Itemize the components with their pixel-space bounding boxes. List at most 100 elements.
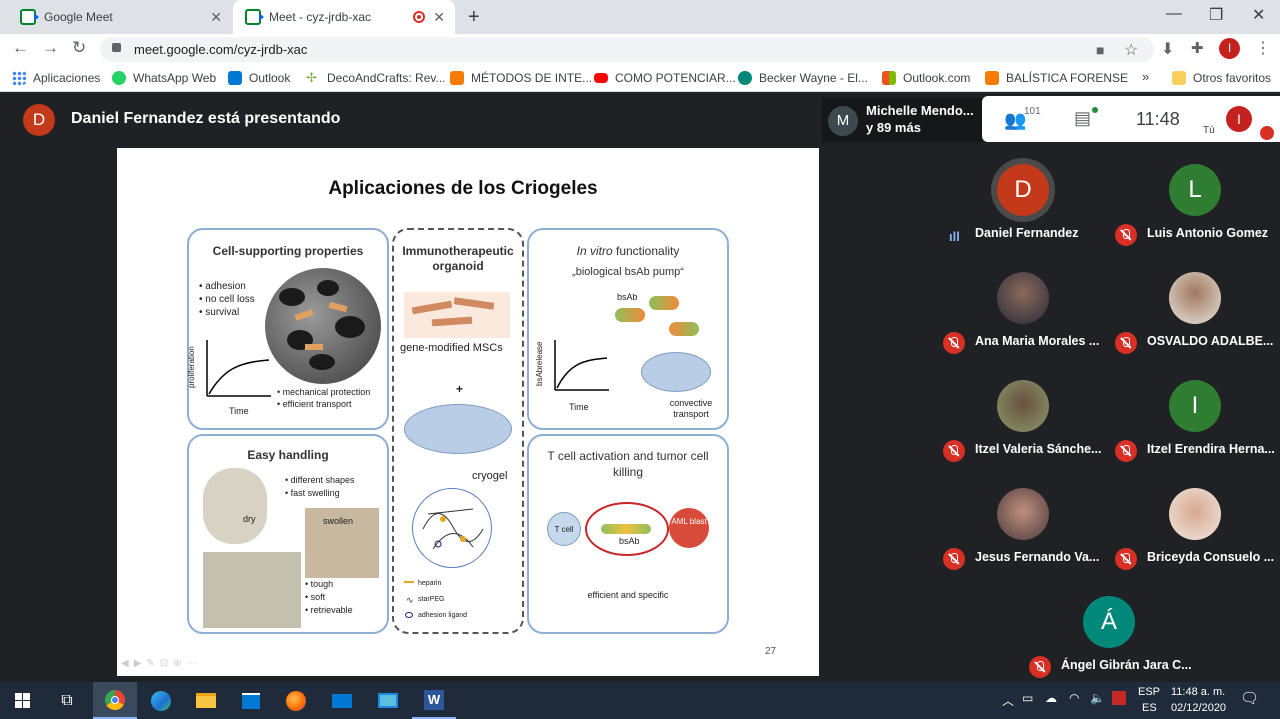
bookmark-como-potenciar[interactable]: COMO POTENCIAR... xyxy=(594,71,736,85)
language-code[interactable]: ESP xyxy=(1138,686,1160,698)
restore-icon[interactable]: ❐ xyxy=(1209,5,1223,25)
plus-sign: + xyxy=(456,382,464,396)
participant-name: Luis Antonio Gomez xyxy=(1147,226,1269,240)
participant-tile[interactable]: Jesus Fernando Va... xyxy=(935,470,1107,578)
participant-tile[interactable]: Ana Maria Morales ... xyxy=(935,254,1107,362)
chat-icon[interactable]: ▤ xyxy=(1074,108,1091,129)
battery-icon[interactable]: ▭ xyxy=(1022,691,1033,705)
participant-tile[interactable]: Á Ángel Gibrán Jara C... xyxy=(1021,578,1193,686)
extensions-icon[interactable]: ✚ xyxy=(1191,39,1204,57)
wifi-icon[interactable]: ◠ xyxy=(1069,691,1079,705)
panel-title: T cell activation and tumor cell killing xyxy=(547,449,709,479)
bookmark-label: Becker Wayne - El... xyxy=(759,71,868,85)
other-participants-pill[interactable]: M Michelle Mendo... y 89 más xyxy=(822,98,982,142)
whatsapp-icon xyxy=(112,71,126,85)
menu-icon[interactable]: ⋮ xyxy=(1255,38,1271,58)
scaffold-micrograph-image xyxy=(265,268,381,384)
volume-icon[interactable]: 🔈 xyxy=(1090,691,1105,705)
tcell-image: T cell xyxy=(547,512,581,546)
bookmark-whatsapp[interactable]: WhatsApp Web xyxy=(112,71,216,85)
msc-label: gene-modified MSCs xyxy=(400,342,503,354)
participant-tile[interactable]: OSVALDO ADALBE... xyxy=(1107,254,1279,362)
store-taskbar-app[interactable] xyxy=(229,682,273,719)
participant-tile[interactable]: D ıll Daniel Fernandez xyxy=(935,146,1107,254)
slide-controls[interactable]: ◀▶✎⊡⊕⋯ xyxy=(121,658,202,669)
notification-app-icon[interactable] xyxy=(1112,691,1126,705)
bookmark-decoandcrafts[interactable]: ✢ DecoAndCrafts: Rev... xyxy=(306,71,446,86)
start-button[interactable] xyxy=(0,682,44,719)
close-icon[interactable]: ✕ xyxy=(210,9,222,26)
panel-title: Easy handling xyxy=(247,448,329,462)
participant-tile[interactable]: Itzel Valeria Sánche... xyxy=(935,362,1107,470)
star-icon[interactable]: ☆ xyxy=(1124,40,1138,60)
chrome-taskbar-app[interactable] xyxy=(93,682,137,719)
other-bookmarks[interactable]: Otros favoritos xyxy=(1172,71,1271,85)
tab-google-meet[interactable]: Google Meet ✕ xyxy=(8,0,232,34)
panel-subtitle: „biological bsAb pump“ xyxy=(572,266,684,278)
bookmark-outlook-com[interactable]: Outlook.com xyxy=(882,71,970,85)
participant-tile[interactable]: L Luis Antonio Gomez xyxy=(1107,146,1279,254)
participant-avatar: I xyxy=(1169,380,1221,432)
close-icon[interactable]: ✕ xyxy=(433,9,445,26)
participant-name: Daniel Fernandez xyxy=(975,226,1079,240)
bookmark-balistica[interactable]: BALÍSTICA FORENSE xyxy=(985,71,1128,85)
cloud-icon[interactable]: ☁ xyxy=(1045,691,1057,705)
url-text: meet.google.com/cyz-jrdb-xac xyxy=(134,42,308,57)
new-tab-button[interactable]: + xyxy=(468,6,480,29)
taskbar-time[interactable]: 11:48 a. m. xyxy=(1171,686,1225,698)
address-bar[interactable]: meet.google.com/cyz-jrdb-xac ■ ☆ xyxy=(100,37,1154,62)
word-icon: W xyxy=(424,689,444,710)
back-arrow-icon[interactable]: ← xyxy=(12,38,29,58)
bookmark-metodos[interactable]: MÉTODOS DE INTE... xyxy=(450,71,592,85)
action-center-icon[interactable]: 🗨 xyxy=(1240,689,1259,707)
bookmark-becker-wayne[interactable]: Becker Wayne - El... xyxy=(738,71,868,85)
download-icon[interactable]: ⬇ xyxy=(1161,39,1174,59)
camera-icon[interactable]: ■ xyxy=(1096,42,1104,58)
participant-tile[interactable]: I Itzel Erendira Herna... xyxy=(1107,362,1279,470)
chevron-up-icon[interactable]: ︿ xyxy=(1002,692,1014,709)
ligand-legend-swatch xyxy=(405,612,413,618)
mail-taskbar-app[interactable] xyxy=(320,682,364,719)
microsoft-icon xyxy=(882,71,896,85)
close-window-icon[interactable]: ✕ xyxy=(1252,5,1265,25)
tab-meet-call[interactable]: Meet - cyz-jrdb-xac ✕ xyxy=(233,0,455,34)
profile-avatar[interactable]: I xyxy=(1219,38,1240,59)
taskbar-date[interactable]: 02/12/2020 xyxy=(1171,702,1226,714)
panel-footer: efficient and specific xyxy=(587,590,669,600)
minimize-icon[interactable]: — xyxy=(1166,5,1182,23)
forward-arrow-icon[interactable]: → xyxy=(42,38,59,58)
self-avatar[interactable]: I xyxy=(1226,106,1252,132)
bookmark-aplicaciones[interactable]: Aplicaciones xyxy=(12,71,100,85)
reload-icon[interactable]: ↻ xyxy=(72,38,86,58)
firefox-taskbar-app[interactable] xyxy=(274,682,318,719)
slide-page-number: 27 xyxy=(765,646,777,657)
bullet: different shapes xyxy=(290,475,355,485)
bullet-list: • mechanical protection • efficient tran… xyxy=(277,387,371,409)
bookmark-outlook[interactable]: Outlook xyxy=(228,71,290,85)
release-curve-plot xyxy=(554,340,609,391)
axis-label: Time xyxy=(229,406,249,416)
heparin-legend-swatch xyxy=(404,581,414,583)
panel-immunotherapeutic: Immunotherapeutic organoid gene-modified… xyxy=(392,228,524,634)
mic-off-icon xyxy=(1115,440,1137,462)
file-explorer-taskbar-app[interactable] xyxy=(184,682,228,719)
bookmarks-more-button[interactable]: » xyxy=(1142,69,1149,84)
bookmark-label: COMO POTENCIAR... xyxy=(615,71,736,85)
participant-tile[interactable]: Briceyda Consuelo ... xyxy=(1107,470,1279,578)
globe-icon xyxy=(738,71,752,85)
participants-count: 101 xyxy=(1024,106,1041,117)
mic-off-icon xyxy=(943,332,965,354)
legend-item: heparin xyxy=(418,580,442,587)
dry-cryogel-image xyxy=(203,468,267,544)
recording-icon xyxy=(413,11,425,23)
edge-taskbar-app[interactable] xyxy=(139,682,183,719)
mail-icon xyxy=(332,693,352,708)
panel-title-rest: functionality xyxy=(612,244,680,258)
swollen-label: swollen xyxy=(323,516,354,526)
task-view-icon[interactable]: ⧉ xyxy=(45,682,89,719)
keyboard-layout[interactable]: ES xyxy=(1142,702,1157,714)
starpeg-legend-swatch: ∿ xyxy=(406,595,414,605)
meeting-clock: 11:48 xyxy=(1136,109,1180,129)
remote-taskbar-app[interactable] xyxy=(366,682,410,719)
word-taskbar-app[interactable]: W xyxy=(412,682,456,719)
